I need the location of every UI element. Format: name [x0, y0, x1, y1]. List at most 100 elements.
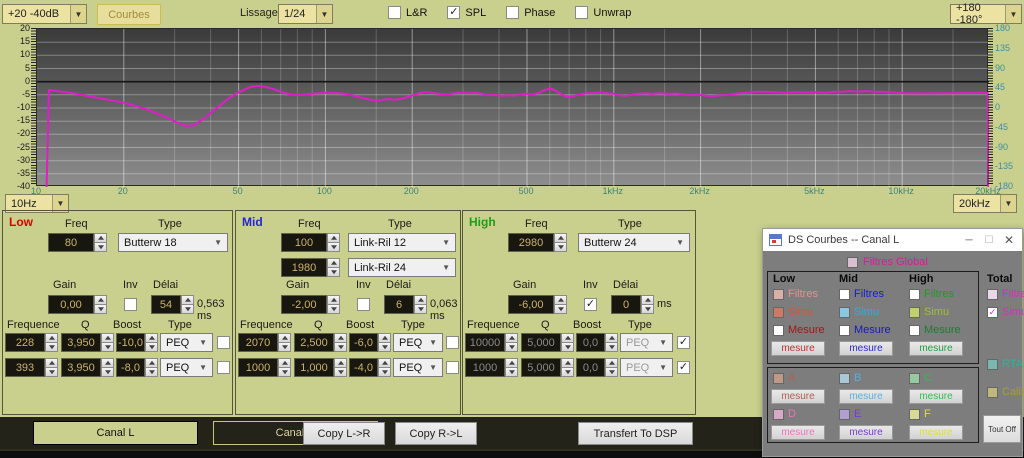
high-peq2-freq-stepper[interactable] — [505, 358, 518, 377]
high-gain-field[interactable]: -6,00 — [508, 295, 554, 314]
mid-xover1-freq-stepper[interactable] — [327, 233, 340, 252]
curve-a-checkbox[interactable] — [773, 373, 784, 384]
chevron-down-icon[interactable]: ▼ — [1000, 195, 1016, 212]
copy-r-to-l-button[interactable]: Copy R->L — [395, 422, 477, 445]
curve-e-checkbox[interactable] — [839, 409, 850, 420]
mid-inv-checkbox[interactable] — [357, 298, 370, 311]
mid-peq2-type-select[interactable]: PEQ▼ — [393, 358, 443, 377]
high-mesure-checkbox[interactable] — [909, 325, 920, 336]
minimize-icon[interactable]: ─ — [962, 235, 976, 246]
low-peq1-freq-stepper[interactable] — [45, 333, 58, 352]
low-xover-freq-stepper[interactable] — [94, 233, 107, 252]
high-peq1-type-select[interactable]: PEQ▼ — [620, 333, 673, 352]
high-peq2-q-field[interactable]: 5,000 — [521, 358, 561, 377]
tab-canal-l[interactable]: Canal L — [33, 421, 198, 445]
high-gain-stepper[interactable] — [554, 295, 567, 314]
spl-checkbox[interactable]: ✓ — [447, 6, 460, 19]
mid-peq2-freq-field[interactable]: 1000 — [238, 358, 278, 377]
curve-f-checkbox[interactable] — [909, 409, 920, 420]
phase-range-select[interactable]: +180 -180° ▼ — [950, 4, 1022, 24]
high-peq1-boost-field[interactable]: 0,0 — [576, 333, 605, 352]
curve-c-checkbox[interactable] — [909, 373, 920, 384]
mid-xover2-freq-field[interactable]: 1980 — [281, 258, 327, 277]
curve-f-mesure-button[interactable]: mesure — [909, 425, 963, 440]
curve-b-checkbox[interactable] — [839, 373, 850, 384]
freq-max-select[interactable]: 20kHz ▼ — [953, 194, 1017, 213]
low-delai-field[interactable]: 54 — [151, 295, 181, 314]
frequency-response-plot[interactable] — [36, 28, 988, 186]
lr-checkbox[interactable] — [388, 6, 401, 19]
mid-gain-field[interactable]: -2,00 — [281, 295, 327, 314]
mid-peq2-boost-stepper[interactable] — [378, 358, 391, 377]
unwrap-checkbox[interactable] — [575, 6, 588, 19]
mid-peq2-enable-checkbox[interactable] — [446, 361, 459, 374]
high-peq2-q-stepper[interactable] — [561, 358, 574, 377]
high-peq2-boost-field[interactable]: 0,0 — [576, 358, 605, 377]
close-icon[interactable]: ✕ — [1002, 233, 1016, 247]
low-peq1-type-select[interactable]: PEQ▼ — [160, 333, 213, 352]
high-peq2-freq-field[interactable]: 1000 — [465, 358, 505, 377]
mid-mesure-button[interactable]: mesure — [839, 341, 893, 356]
mid-peq1-boost-stepper[interactable] — [378, 333, 391, 352]
curve-a-mesure-button[interactable]: mesure — [771, 389, 825, 404]
mid-xover1-freq-field[interactable]: 100 — [281, 233, 327, 252]
high-peq1-enable-checkbox[interactable]: ✓ — [677, 336, 690, 349]
mid-peq1-freq-stepper[interactable] — [278, 333, 291, 352]
low-mesure-button[interactable]: mesure — [771, 341, 825, 356]
tout-off-button[interactable]: Tout Off — [983, 415, 1021, 443]
chevron-down-icon[interactable]: ▼ — [316, 5, 332, 23]
low-xover-type-select[interactable]: Butterw 18▼ — [118, 233, 228, 252]
chevron-down-icon[interactable]: ▼ — [70, 5, 86, 23]
mid-gain-stepper[interactable] — [327, 295, 340, 314]
high-peq2-boost-stepper[interactable] — [605, 358, 618, 377]
mid-peq2-q-stepper[interactable] — [334, 358, 347, 377]
high-peq1-freq-stepper[interactable] — [505, 333, 518, 352]
mid-mesure-checkbox[interactable] — [839, 325, 850, 336]
low-peq1-boost-stepper[interactable] — [145, 333, 158, 352]
ds-courbes-window[interactable]: DS Courbes -- Canal L ─ ☐ ✕ Filtres Glob… — [762, 228, 1023, 457]
spl-checkbox-item[interactable]: ✓SPL — [447, 6, 486, 19]
curve-e-mesure-button[interactable]: mesure — [839, 425, 893, 440]
total-simu-checkbox[interactable]: ✓ — [987, 307, 998, 318]
low-simu-checkbox[interactable] — [773, 307, 784, 318]
mid-peq1-q-stepper[interactable] — [334, 333, 347, 352]
high-xover-freq-stepper[interactable] — [554, 233, 567, 252]
unwrap-checkbox-item[interactable]: Unwrap — [575, 6, 631, 19]
low-inv-checkbox[interactable] — [124, 298, 137, 311]
db-range-select[interactable]: +20 -40dB ▼ — [2, 4, 87, 24]
chevron-down-icon[interactable]: ▼ — [1005, 5, 1021, 23]
mid-peq1-q-field[interactable]: 2,500 — [294, 333, 334, 352]
phase-checkbox[interactable] — [506, 6, 519, 19]
mid-peq1-boost-field[interactable]: -6,0 — [349, 333, 378, 352]
curve-b-mesure-button[interactable]: mesure — [839, 389, 893, 404]
maximize-icon[interactable]: ☐ — [982, 235, 996, 246]
low-peq1-freq-field[interactable]: 228 — [5, 333, 45, 352]
low-peq2-type-select[interactable]: PEQ▼ — [160, 358, 213, 377]
high-xover-type-select[interactable]: Butterw 24▼ — [578, 233, 690, 252]
high-mesure-button[interactable]: mesure — [909, 341, 963, 356]
low-delai-stepper[interactable] — [181, 295, 194, 314]
high-peq2-enable-checkbox[interactable]: ✓ — [677, 361, 690, 374]
mid-peq1-freq-field[interactable]: 2070 — [238, 333, 278, 352]
low-peq2-freq-stepper[interactable] — [45, 358, 58, 377]
ds-courbes-titlebar[interactable]: DS Courbes -- Canal L ─ ☐ ✕ — [763, 229, 1022, 251]
high-simu-checkbox[interactable] — [909, 307, 920, 318]
mid-peq2-freq-stepper[interactable] — [278, 358, 291, 377]
low-gain-field[interactable]: 0,00 — [48, 295, 94, 314]
high-xover-freq-field[interactable]: 2980 — [508, 233, 554, 252]
high-delai-field[interactable]: 0 — [611, 295, 641, 314]
lr-checkbox-item[interactable]: L&R — [388, 6, 427, 19]
low-peq1-q-field[interactable]: 3,950 — [61, 333, 101, 352]
calib-checkbox[interactable] — [987, 387, 998, 398]
filtres-global-checkbox[interactable] — [847, 257, 858, 268]
lissage-select[interactable]: 1/24 ▼ — [278, 4, 333, 24]
mid-xover2-freq-stepper[interactable] — [327, 258, 340, 277]
curve-c-mesure-button[interactable]: mesure — [909, 389, 963, 404]
low-peq1-q-stepper[interactable] — [101, 333, 114, 352]
high-filtres-checkbox[interactable] — [909, 289, 920, 300]
transfert-to-dsp-button[interactable]: Transfert To DSP — [578, 422, 693, 445]
low-peq2-boost-field[interactable]: -8,0 — [116, 358, 145, 377]
curve-d-checkbox[interactable] — [773, 409, 784, 420]
mid-xover1-type-select[interactable]: Link-Ril 12▼ — [348, 233, 456, 252]
copy-l-to-r-button[interactable]: Copy L->R — [303, 422, 385, 445]
